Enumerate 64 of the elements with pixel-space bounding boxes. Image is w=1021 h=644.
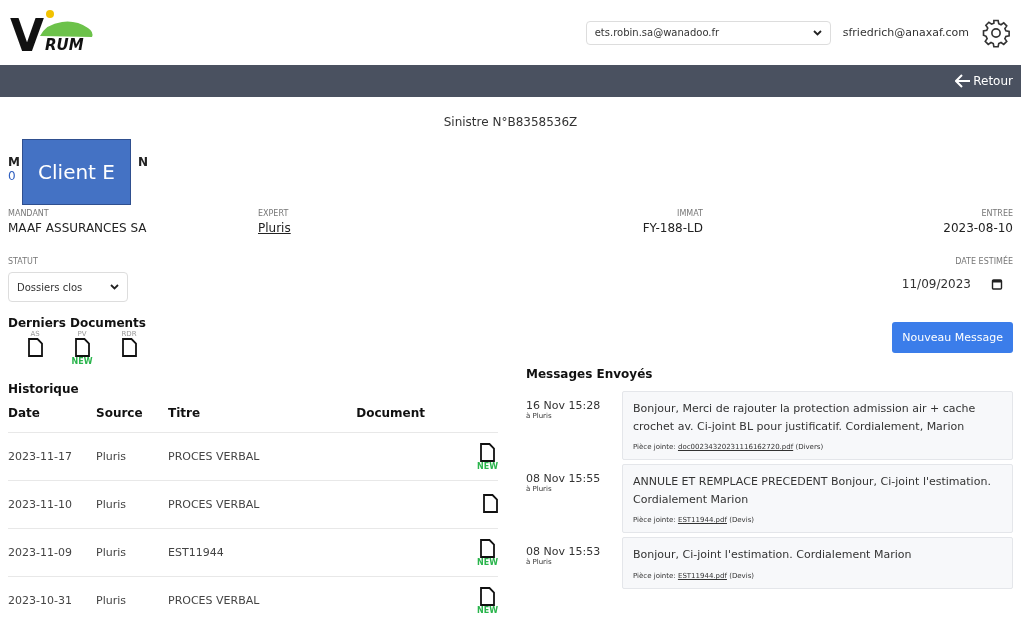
settings-icon[interactable] [981,17,1011,48]
column-header: Source [96,406,168,433]
new-label: NEW [477,461,498,471]
section-heading: Messages Envoyés [526,367,654,381]
document-icon[interactable] [74,338,90,357]
field-label: IMMAT [677,209,703,218]
new-label: NEW [71,357,93,366]
table-cell: PROCES VERBAL [168,576,357,624]
message-text: Bonjour, Ci-joint l'estimation. Cordialement Marion [633,547,913,564]
client-phone: 0 [8,169,17,183]
document-icon[interactable] [27,338,43,357]
document-icon[interactable] [480,442,495,462]
field-label: STATUT [8,257,39,266]
new-message-button[interactable]: Nouveau Message [892,322,1013,353]
table-cell: EST11944 [168,528,357,577]
table-cell: 2023-11-09 [8,528,96,577]
table-cell: 2023-10-31 [8,576,96,624]
date-field[interactable]: 11/09/2023 [901,269,1013,291]
field-value: 2023-08-10 [943,221,1013,235]
table-cell: PROCES VERBAL [168,432,357,481]
document-icon[interactable] [121,338,137,357]
column-header: Date [8,406,96,433]
table-cell: Pluris [96,576,168,624]
back-link[interactable]: Retour [955,74,1013,88]
field-label: MANDANT [8,209,50,218]
document-icon[interactable] [480,586,495,606]
logo-text: RUM [45,35,84,54]
column-header: Document [356,406,498,433]
column-header: Titre [168,406,357,433]
message-time: 08 Nov 15:55 [526,472,602,486]
client-name: N [137,155,148,169]
message-time: 08 Nov 15:53 [526,545,602,559]
table-cell: Pluris [96,432,168,481]
document-icon[interactable] [483,493,498,513]
field-label: EXPERT [258,209,290,218]
logo-text: V [10,13,45,58]
new-label: NEW [477,557,498,567]
message-text: Bonjour, Merci de rajouter la protection admission air + cache crochet av. Ci-joint BL pour justificatif. Cordialement, Marion [633,401,977,435]
claim-title: Sinistre N°B8358536Z [442,114,579,131]
field-value: MAAF ASSURANCES SA [8,221,148,235]
section-heading: Derniers Documents [8,316,147,330]
account-select[interactable]: ets.robin.sa@wanadoo.fr [585,20,831,45]
section-heading: Historique [8,382,80,396]
table-cell: 2023-11-17 [8,432,96,481]
table-cell: Pluris [96,480,168,529]
table-cell: Pluris [96,528,168,577]
table-cell: 2023-11-10 [8,480,96,529]
field-link[interactable]: Pluris [258,221,503,235]
chevron-icon [110,284,119,290]
arrow-icon [955,74,972,88]
user-email: sfriedrich@anaxaf.com [842,26,969,39]
status-select[interactable]: Dossiers clos [8,272,128,302]
message-time: 16 Nov 15:28 [526,399,602,412]
message-text: ANNULE ET REMPLACE PRECEDENT Bonjour, Ci-joint l'estimation. Cordialement Marion [633,474,992,508]
calendar-icon[interactable] [991,278,1003,290]
document-icon[interactable] [480,538,495,558]
chevron-icon [812,29,822,36]
field-value: FY-188-LD [642,221,703,235]
table-cell: PROCES VERBAL [168,480,357,529]
new-label: NEW [477,605,498,615]
field-label: ENTREE [981,209,1013,218]
client-name: M [8,155,20,169]
field-label: DATE ESTIMÉE [955,257,1013,266]
redaction-label: Client E [22,139,131,205]
